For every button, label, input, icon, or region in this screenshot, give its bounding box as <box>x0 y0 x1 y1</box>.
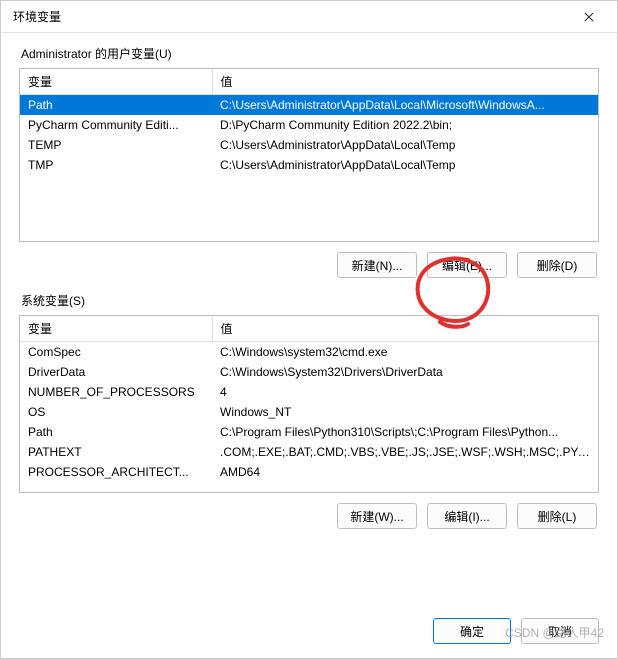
delete-sys-var-button[interactable]: 删除(L) <box>517 503 597 529</box>
cell-name: Path <box>20 95 212 116</box>
cell-name: Path <box>20 422 212 442</box>
edit-user-var-button[interactable]: 编辑(E)... <box>427 252 507 278</box>
table-spacer <box>20 482 598 492</box>
user-vars-label: Administrator 的用户变量(U) <box>19 45 599 62</box>
table-row[interactable]: ComSpec C:\Windows\system32\cmd.exe <box>20 342 598 363</box>
cancel-button[interactable]: 取消 <box>521 618 599 644</box>
table-row[interactable]: TMP C:\Users\Administrator\AppData\Local… <box>20 155 598 175</box>
cell-name: PyCharm Community Editi... <box>20 115 212 135</box>
table-row[interactable]: PATHEXT .COM;.EXE;.BAT;.CMD;.VBS;.VBE;.J… <box>20 442 598 462</box>
cell-value: C:\Windows\System32\Drivers\DriverData <box>212 362 598 382</box>
cell-value: 4 <box>212 382 598 402</box>
delete-user-var-button[interactable]: 删除(D) <box>517 252 597 278</box>
dialog-content: Administrator 的用户变量(U) 变量 值 Path C:\User… <box>1 33 617 608</box>
sys-vars-table[interactable]: 变量 值 ComSpec C:\Windows\system32\cmd.exe… <box>19 315 599 493</box>
window-title: 环境变量 <box>9 8 569 25</box>
cell-value: C:\Program Files\Python310\Scripts\;C:\P… <box>212 422 598 442</box>
col-header-value[interactable]: 值 <box>212 316 598 342</box>
cell-name: PATHEXT <box>20 442 212 462</box>
cell-value: AMD64 <box>212 462 598 482</box>
col-header-value[interactable]: 值 <box>212 69 598 95</box>
cell-name: NUMBER_OF_PROCESSORS <box>20 382 212 402</box>
table-row[interactable]: PyCharm Community Editi... D:\PyCharm Co… <box>20 115 598 135</box>
table-header-row: 变量 值 <box>20 69 598 95</box>
ok-button[interactable]: 确定 <box>433 618 511 644</box>
table-spacer <box>20 175 598 241</box>
cell-value: D:\PyCharm Community Edition 2022.2\bin; <box>212 115 598 135</box>
cell-name: DriverData <box>20 362 212 382</box>
cell-name: ComSpec <box>20 342 212 363</box>
sys-vars-group: 系统变量(S) 变量 值 ComSpec C:\Windows\system32… <box>19 292 599 533</box>
cell-value: C:\Users\Administrator\AppData\Local\Tem… <box>212 155 598 175</box>
col-header-name[interactable]: 变量 <box>20 316 212 342</box>
close-icon[interactable] <box>569 3 609 31</box>
col-header-name[interactable]: 变量 <box>20 69 212 95</box>
user-vars-table[interactable]: 变量 值 Path C:\Users\Administrator\AppData… <box>19 68 599 242</box>
cell-value: C:\Users\Administrator\AppData\Local\Mic… <box>212 95 598 116</box>
cell-value: .COM;.EXE;.BAT;.CMD;.VBS;.VBE;.JS;.JSE;.… <box>212 442 598 462</box>
titlebar: 环境变量 <box>1 1 617 33</box>
table-row[interactable]: TEMP C:\Users\Administrator\AppData\Loca… <box>20 135 598 155</box>
table-row[interactable]: NUMBER_OF_PROCESSORS 4 <box>20 382 598 402</box>
env-vars-dialog: 环境变量 Administrator 的用户变量(U) 变量 值 <box>0 0 618 659</box>
new-user-var-button[interactable]: 新建(N)... <box>337 252 417 278</box>
table-header-row: 变量 值 <box>20 316 598 342</box>
table-row[interactable]: Path C:\Program Files\Python310\Scripts\… <box>20 422 598 442</box>
user-vars-buttons: 新建(N)... 编辑(E)... 删除(D) <box>19 242 599 282</box>
cell-name: OS <box>20 402 212 422</box>
dialog-footer: 确定 取消 <box>1 608 617 658</box>
user-vars-group: Administrator 的用户变量(U) 变量 值 Path C:\User… <box>19 45 599 282</box>
new-sys-var-button[interactable]: 新建(W)... <box>337 503 417 529</box>
table-row[interactable]: OS Windows_NT <box>20 402 598 422</box>
cell-name: TMP <box>20 155 212 175</box>
cell-value: C:\Users\Administrator\AppData\Local\Tem… <box>212 135 598 155</box>
sys-vars-buttons: 新建(W)... 编辑(I)... 删除(L) <box>19 493 599 533</box>
edit-sys-var-button[interactable]: 编辑(I)... <box>427 503 507 529</box>
table-row[interactable]: PROCESSOR_ARCHITECT... AMD64 <box>20 462 598 482</box>
cell-name: PROCESSOR_ARCHITECT... <box>20 462 212 482</box>
table-row[interactable]: DriverData C:\Windows\System32\Drivers\D… <box>20 362 598 382</box>
cell-value: Windows_NT <box>212 402 598 422</box>
table-row[interactable]: Path C:\Users\Administrator\AppData\Loca… <box>20 95 598 116</box>
sys-vars-label: 系统变量(S) <box>19 292 599 309</box>
cell-value: C:\Windows\system32\cmd.exe <box>212 342 598 363</box>
cell-name: TEMP <box>20 135 212 155</box>
